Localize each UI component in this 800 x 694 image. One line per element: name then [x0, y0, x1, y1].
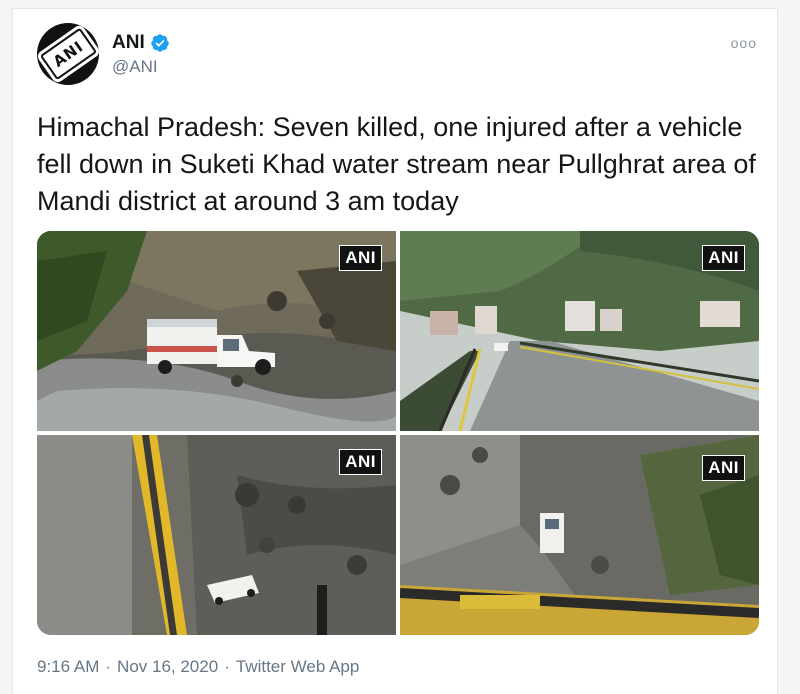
avatar-logo: ANI: [39, 27, 97, 81]
ani-watermark: ANI: [339, 449, 382, 475]
photo-3[interactable]: ANI: [37, 435, 396, 635]
tweet-card: ANI ANI @ANI ooo Himachal Pradesh: Seven…: [12, 8, 778, 694]
avatar[interactable]: ANI: [37, 23, 99, 85]
photo-1[interactable]: ANI: [37, 231, 396, 431]
photo-2[interactable]: ANI: [400, 231, 759, 431]
tweet-source[interactable]: Twitter Web App: [236, 657, 359, 677]
tweet-meta: 9:16 AM · Nov 16, 2020 · Twitter Web App: [37, 657, 359, 677]
media-grid: ANI ANI ANI ANI: [37, 231, 759, 635]
meta-separator: ·: [224, 657, 230, 676]
author-handle[interactable]: @ANI: [112, 57, 158, 77]
meta-separator: ·: [105, 657, 112, 676]
ani-watermark: ANI: [339, 245, 382, 271]
photo-4[interactable]: ANI: [400, 435, 759, 635]
author-name[interactable]: ANI: [112, 32, 145, 54]
tweet-date[interactable]: Nov 16, 2020: [117, 657, 218, 677]
more-options-icon[interactable]: ooo: [731, 35, 757, 51]
ani-watermark: ANI: [702, 245, 745, 271]
tweet-text: Himachal Pradesh: Seven killed, one inju…: [37, 112, 756, 216]
tweet-time[interactable]: 9:16 AM: [37, 657, 99, 677]
author-name-row[interactable]: ANI: [112, 32, 170, 54]
verified-badge-icon: [150, 34, 169, 52]
ani-watermark: ANI: [702, 455, 745, 481]
